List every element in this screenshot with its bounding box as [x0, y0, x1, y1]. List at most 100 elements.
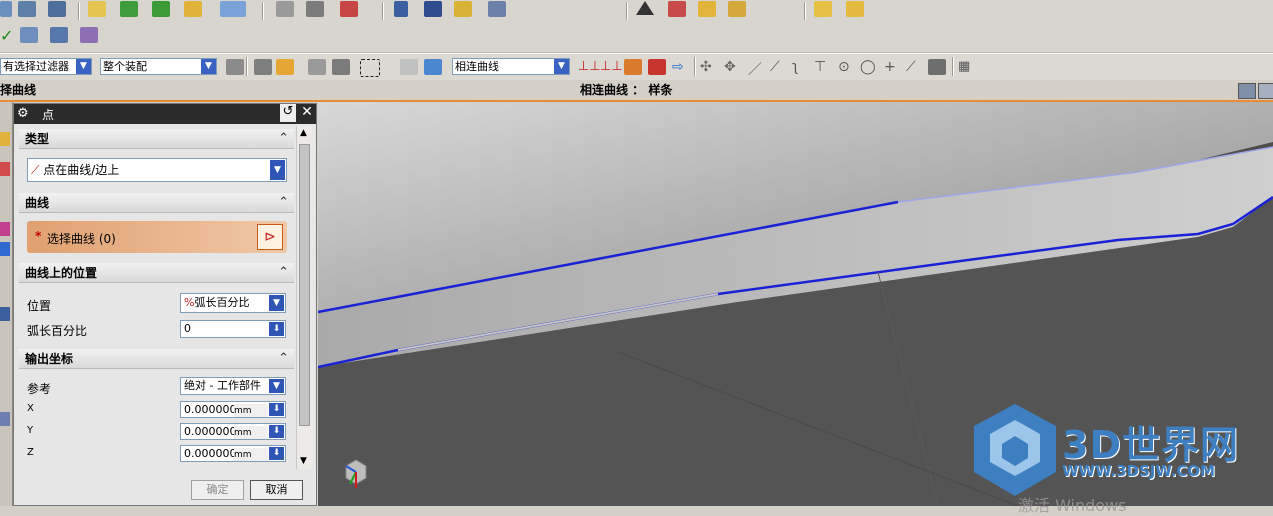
arrow-down-icon[interactable]: ⬇ [269, 425, 284, 438]
grid-icon[interactable]: ▦ [958, 59, 976, 75]
check-icon[interactable] [88, 1, 106, 17]
select-curve-icon[interactable]: ⊳ [257, 224, 283, 250]
arrow-down-icon[interactable]: ⬇ [269, 403, 284, 416]
type-section-header[interactable]: 类型 ⌃ [19, 129, 294, 149]
marquee-icon[interactable] [360, 59, 380, 77]
resource-icon-1[interactable] [0, 132, 10, 146]
y-unit[interactable]: mm [234, 426, 268, 439]
axis-icon[interactable] [80, 27, 98, 43]
wrench-icon[interactable] [488, 1, 506, 17]
sketch-icon[interactable] [276, 1, 294, 17]
snap-curve-icon[interactable]: ʅ [792, 59, 810, 75]
pen-icon[interactable] [306, 1, 324, 17]
position-section-header[interactable]: 曲线上的位置 ⌃ [19, 263, 294, 283]
arrow-right-icon[interactable]: ⇨ [672, 59, 690, 75]
hand-icon[interactable] [332, 59, 350, 75]
snap-icon[interactable] [254, 59, 272, 75]
resource-icon-5[interactable] [0, 307, 10, 321]
flag-icon[interactable] [648, 59, 666, 75]
part-icon[interactable] [18, 1, 36, 17]
output-section-header[interactable]: 输出坐标 ⌃ [19, 349, 294, 369]
intersect-icon[interactable]: ⊥⊥ [578, 59, 601, 75]
snap-quadrant-icon[interactable]: ◯ [860, 59, 878, 75]
select-curve-row[interactable]: * 选择曲线 (0) ⊳ [27, 221, 287, 253]
type-filter-dropdown[interactable]: 有选择过滤器 ▼ [0, 58, 92, 75]
snap-perp-icon[interactable]: ⊤ [814, 59, 832, 75]
curve-point-icon[interactable] [308, 59, 326, 75]
check-folder-icon-2[interactable] [184, 1, 202, 17]
view-settings-icon[interactable] [1258, 83, 1273, 99]
shaded-box-icon[interactable] [400, 59, 418, 75]
chevron-down-icon[interactable]: ▼ [269, 295, 284, 311]
scroll-thumb[interactable] [299, 144, 310, 426]
blue-cube-icon[interactable] [424, 59, 442, 75]
snap-endpoint-icon[interactable]: ✣ [700, 59, 718, 75]
brush-icon[interactable] [424, 1, 442, 17]
snap-on-curve-icon[interactable]: ⟋ [906, 59, 924, 75]
chevron-down-icon[interactable]: ▼ [270, 160, 285, 180]
resource-icon-6[interactable] [0, 412, 10, 426]
scope-dropdown[interactable]: 整个装配 ▼ [100, 58, 217, 75]
z-input[interactable]: 0.0000000 mm ⬇ [180, 445, 286, 462]
tree-icon[interactable] [624, 59, 642, 75]
x-unit[interactable]: mm [234, 404, 268, 417]
y-input[interactable]: 0.0000000 mm ⬇ [180, 423, 286, 440]
gear-icon[interactable]: ⚙ [17, 106, 29, 121]
chevron-up-icon[interactable]: ⌃ [278, 129, 289, 149]
point-add-icon[interactable] [276, 59, 294, 75]
snap-face-icon[interactable] [928, 59, 946, 75]
list-icon[interactable] [20, 27, 38, 43]
position-dropdown[interactable]: %弧长百分比 ▼ [180, 293, 286, 313]
scroll-down-icon[interactable]: ▼ [300, 456, 307, 466]
snap-midpoint-icon[interactable]: ✥ [724, 59, 742, 75]
chevron-down-icon[interactable]: ▼ [269, 379, 284, 393]
ok-button[interactable]: 确定 [191, 480, 244, 500]
check-folder-icon[interactable] [152, 1, 170, 17]
filter-icon[interactable] [226, 59, 244, 75]
reset-icon[interactable]: ↺ [280, 104, 296, 122]
layers-icon[interactable] [0, 1, 12, 17]
chevron-down-icon[interactable]: ▼ [201, 59, 216, 74]
snap-line-icon[interactable]: ／ [748, 59, 766, 78]
magnet-icon[interactable] [454, 1, 472, 17]
view-triad-icon[interactable] [1238, 83, 1256, 99]
note-icon[interactable] [48, 1, 66, 17]
doc-icon[interactable] [394, 1, 408, 17]
curve-section-header[interactable]: 曲线 ⌃ [19, 193, 294, 213]
finish-check-icon[interactable]: ✓ [0, 28, 13, 44]
point-type-dropdown[interactable]: ⟋ 点在曲线/边上 ▼ [27, 158, 287, 182]
component-icon[interactable] [728, 1, 746, 17]
triangle-grid-icon[interactable] [668, 1, 686, 17]
arc-percent-input[interactable]: 0 ⬇ [180, 320, 286, 338]
reference-dropdown[interactable]: 绝对 - 工作部件 ▼ [180, 377, 286, 395]
chevron-up-icon[interactable]: ⌃ [278, 349, 289, 369]
table-icon[interactable] [50, 27, 68, 43]
box-icon[interactable] [814, 1, 832, 17]
resource-icon-3[interactable] [0, 222, 10, 236]
arrow-down-icon[interactable]: ⬇ [269, 322, 284, 336]
triangle-icon[interactable] [636, 1, 654, 15]
resource-icon-4[interactable] [0, 242, 10, 256]
shape-icon[interactable] [340, 1, 358, 17]
snap-tangent-icon[interactable]: ⟋ [770, 59, 788, 75]
arrow-down-icon[interactable]: ⬇ [269, 447, 284, 460]
check-multi-icon[interactable] [120, 1, 138, 17]
resource-icon-2[interactable] [0, 162, 10, 176]
tangent-icon[interactable]: ⊥⊥ [600, 59, 623, 75]
scroll-up-icon[interactable]: ▲ [300, 128, 307, 138]
dialog-scrollbar[interactable]: ▲ ▼ [296, 126, 313, 469]
abc-icon[interactable] [220, 1, 246, 17]
snap-center-icon[interactable]: ⊙ [838, 59, 856, 75]
cancel-button[interactable]: 取消 [250, 480, 303, 500]
move-icon[interactable] [698, 1, 716, 17]
chevron-down-icon[interactable]: ▼ [554, 59, 569, 74]
x-input[interactable]: 0.0000000 mm ⬇ [180, 401, 286, 418]
close-icon[interactable]: ✕ [299, 104, 315, 122]
snap-point-icon[interactable]: + [884, 59, 902, 75]
chevron-up-icon[interactable]: ⌃ [278, 193, 289, 213]
curve-rule-dropdown[interactable]: 相连曲线 ▼ [452, 58, 570, 75]
z-unit[interactable]: mm [234, 448, 268, 461]
chevron-up-icon[interactable]: ⌃ [278, 263, 289, 283]
chevron-down-icon[interactable]: ▼ [76, 59, 91, 74]
boxes-icon[interactable] [846, 1, 864, 17]
